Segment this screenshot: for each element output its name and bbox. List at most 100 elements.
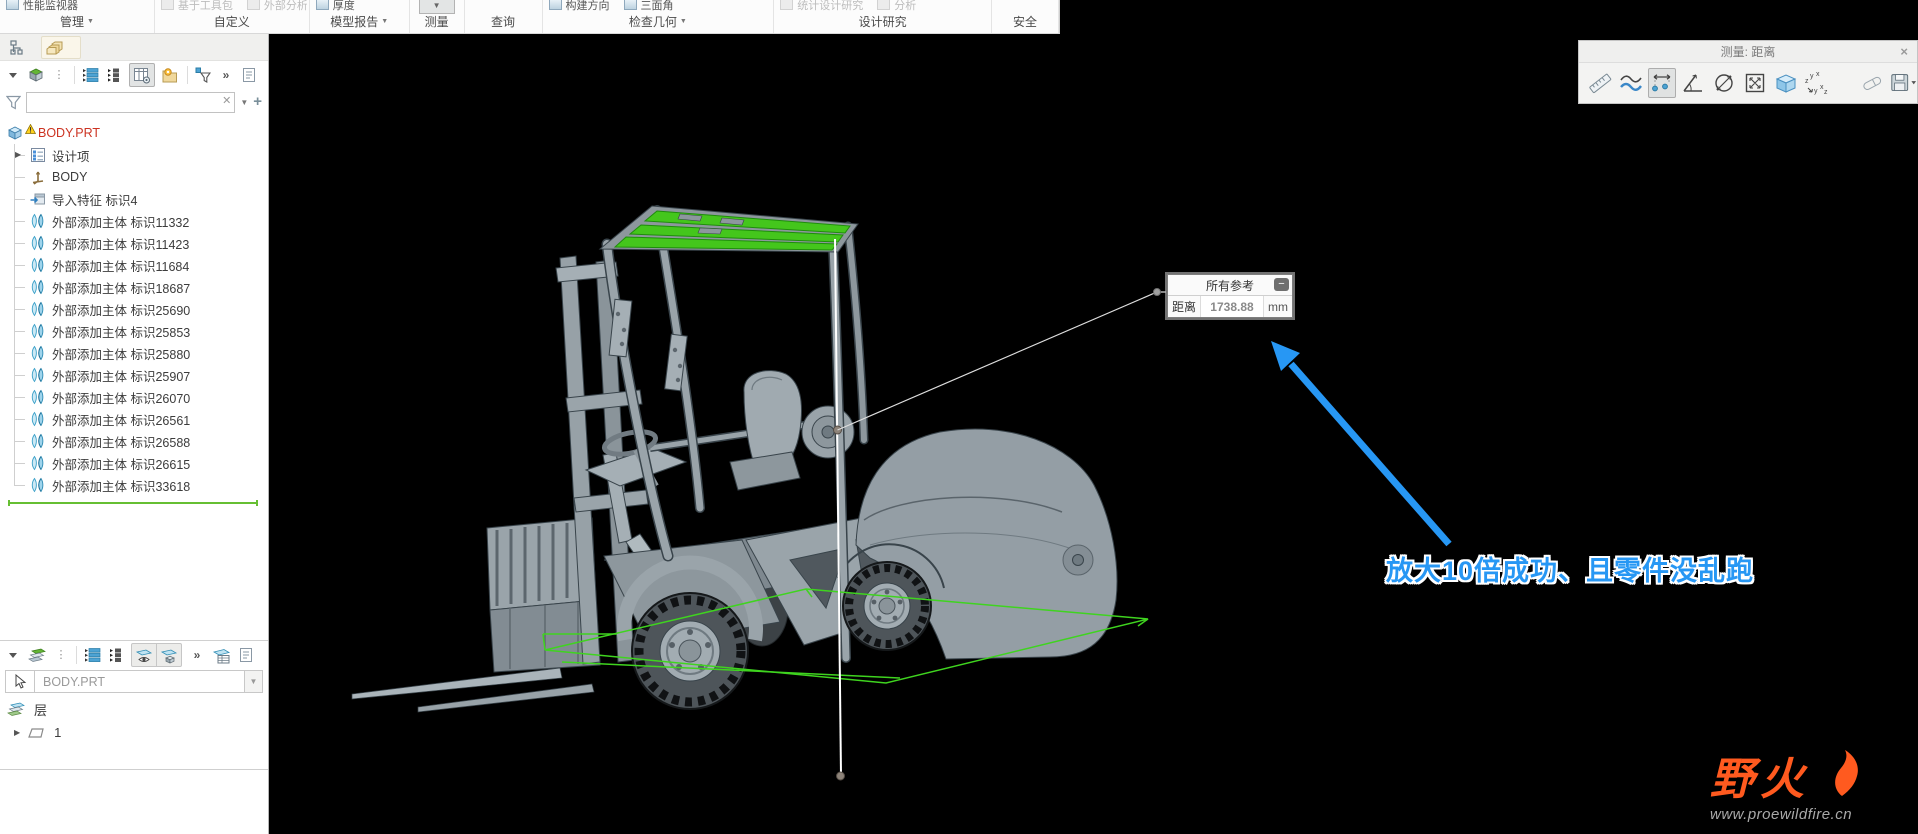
tree-item[interactable]: ▶ 设计项 [0,144,268,166]
layers-header[interactable]: 层 [0,693,268,719]
tree-item[interactable]: 外部添加主体 标识26615 [0,452,268,474]
overflow-chevrons-icon[interactable]: » [218,65,234,85]
tree-item[interactable]: 外部添加主体 标识25853 [0,320,268,342]
tree-search-input[interactable] [26,91,236,113]
ribbon-group-label[interactable]: 设计研究 [859,13,907,33]
tree-item-label: BODY [52,170,88,184]
measure-transform-button[interactable]: y x z y x z [1803,68,1831,98]
tree-item[interactable]: BODY [0,166,268,188]
tree-item-label: 外部添加主体 标识26561 [52,413,191,428]
tree-filters-button[interactable] [195,65,211,85]
overhead-guard-roof[interactable] [598,205,859,253]
measure-volume-button[interactable] [1772,68,1800,98]
tree-view-dropdown[interactable] [5,65,21,85]
ribbon-group-label[interactable]: 管理 ▼ [60,13,94,33]
ribbon-button[interactable]: 性能监视器 [6,0,78,12]
tree-settings-doc-button[interactable] [241,65,257,85]
ribbon-button[interactable]: 三面角 [623,0,674,12]
folder-settings-button[interactable] [162,65,180,85]
tree-item-label: 外部添加主体 标识11684 [52,259,190,274]
dialog-leader-line [837,288,1166,431]
measure-value[interactable]: 1738.88 [1201,296,1264,317]
tree-item[interactable]: 外部添加主体 标识11332 [0,210,268,232]
tree-item[interactable]: 导入特征 标识4 [0,188,268,210]
measure-length-button[interactable] [1586,68,1614,98]
ribbon-group-label[interactable]: 安全 [1013,13,1037,33]
tree-root-item[interactable]: BODY.PRT [0,122,268,144]
ribbon-group-label[interactable]: 检查几何 ▼ [629,13,687,33]
search-dropdown-icon[interactable]: ▼ [240,98,248,107]
tab-folder-browser[interactable] [41,35,81,59]
tree-item[interactable]: 外部添加主体 标识25690 [0,298,268,320]
measured-edge[interactable] [833,238,845,781]
ribbon-group-label[interactable]: 测量 [425,13,449,33]
collapse-levels-button[interactable] [108,645,124,665]
layer-view-dropdown[interactable] [5,645,21,665]
expand-levels-button[interactable] [84,645,101,665]
measure-area-button[interactable] [1741,68,1769,98]
more-options-icon[interactable]: ⋮ [53,645,69,665]
caret-down-icon: ▼ [86,18,94,25]
combo-dropdown-icon[interactable]: ▼ [245,670,263,693]
ribbon-button[interactable]: 构建方向 [548,0,610,12]
layer-settings-doc-button[interactable] [238,645,254,665]
insert-here-indicator[interactable] [8,500,258,506]
expand-arrow-icon[interactable]: ▶ [15,150,21,159]
ribbon-group: 性能监视器 管理 ▼ [0,0,155,33]
dialog-header[interactable]: 所有参考 − [1168,275,1292,296]
model-display-button[interactable] [28,65,44,85]
overflow-chevrons-icon[interactable]: » [189,645,205,665]
expand-arrow-icon[interactable]: ▶ [14,728,20,737]
tree-item[interactable]: 外部添加主体 标识18687 [0,276,268,298]
pressed-dropdown-button[interactable]: ▼ [418,0,455,14]
ext-body-icon [30,389,46,405]
tree-item[interactable]: 外部添加主体 标识26070 [0,386,268,408]
tree-item-label: 外部添加主体 标识26070 [52,391,191,406]
tree-item[interactable]: 外部添加主体 标识25880 [0,342,268,364]
measure-angle-button[interactable] [1679,68,1707,98]
expand-levels-button[interactable] [82,65,99,85]
layers-button[interactable] [28,645,46,665]
palette-title-bar[interactable]: 测量: 距离 × [1579,41,1917,63]
layer-item[interactable]: ▶ 1 [0,719,268,740]
layer-visibility-toggle[interactable] [132,644,156,666]
fork-carriage [486,517,601,673]
minimize-icon[interactable]: − [1274,278,1289,291]
close-icon[interactable]: × [1900,44,1908,59]
tree-item[interactable]: 外部添加主体 标识26561 [0,408,268,430]
layer-table-button[interactable] [212,645,231,665]
ribbon-group-buttons [998,0,1056,12]
ribbon-button[interactable]: 厚度 [315,0,355,12]
filter-funnel-icon [195,67,211,83]
tree-item[interactable]: 外部添加主体 标识11684 [0,254,268,276]
measure-diameter-button[interactable] [1710,68,1738,98]
annotation-arrow [1271,341,1452,547]
tab-model-tree[interactable] [6,37,31,58]
annotation-text: 放大10倍成功、且零件没乱跑 [1386,556,1755,586]
tree-item-label: 外部添加主体 标识25690 [52,303,191,318]
layer-items-toggle[interactable] [156,644,181,666]
layer-toolbar: ⋮ » [0,641,268,669]
ribbon-group-label[interactable]: 模型报告 ▼ [330,13,388,33]
3d-viewport[interactable] [0,0,1918,834]
more-options-icon[interactable]: ⋮ [51,65,67,85]
tree-item[interactable]: 外部添加主体 标识26588 [0,430,268,452]
measure-distance-button[interactable] [1648,68,1676,98]
collapse-levels-button[interactable] [106,65,122,85]
clear-search-icon[interactable]: ✕ [222,95,231,108]
layer-owner-field[interactable]: BODY.PRT [35,670,245,693]
save-measurement-button[interactable] [1889,68,1917,98]
tree-item[interactable]: 外部添加主体 标识11423 [0,232,268,254]
folders-icon [46,41,63,55]
ribbon-group-label[interactable]: 查询 [491,13,515,33]
tree-item[interactable]: 外部添加主体 标识25907 [0,364,268,386]
add-filter-icon[interactable]: + [253,94,262,109]
tree-item[interactable]: 外部添加主体 标识33618 [0,474,268,496]
measure-curve-length-button[interactable] [1617,68,1645,98]
ribbon-group-label[interactable]: 自定义 [214,13,250,33]
clear-measurements-button[interactable] [1858,68,1886,98]
select-cursor-button[interactable] [5,670,35,693]
tree-columns-button[interactable] [129,63,155,87]
tool-icon [160,0,174,10]
tool-icon [6,0,19,10]
